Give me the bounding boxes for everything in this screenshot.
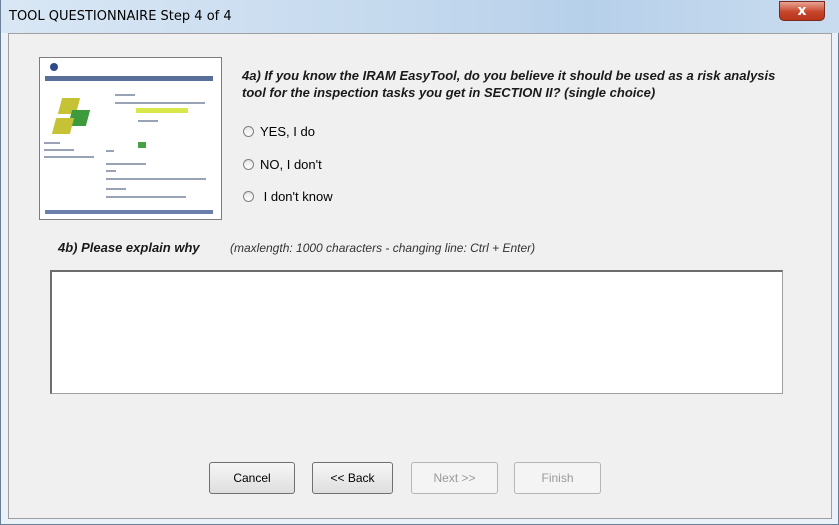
cube-icon	[51, 118, 75, 134]
window-title: TOOL QUESTIONNAIRE Step 4 of 4	[9, 9, 232, 24]
back-button[interactable]: << Back	[312, 462, 393, 494]
title-bar[interactable]: TOOL QUESTIONNAIRE Step 4 of 4 x	[1, 0, 839, 33]
close-button[interactable]: x	[779, 1, 825, 21]
green-icon	[138, 142, 146, 148]
dialog-content: 4a) If you know the IRAM EasyTool, do yo…	[8, 33, 832, 519]
question-4b-label: 4b) Please explain why	[58, 240, 200, 255]
logo-icon	[50, 63, 58, 71]
finish-button[interactable]: Finish	[514, 462, 601, 494]
question-4a-text: 4a) If you know the IRAM EasyTool, do yo…	[242, 68, 776, 100]
option-label: YES, I do	[260, 123, 315, 139]
dialog-window: TOOL QUESTIONNAIRE Step 4 of 4 x 4a) If …	[0, 0, 839, 525]
radio-button[interactable]	[243, 158, 254, 170]
close-icon: x	[797, 3, 807, 19]
next-button[interactable]: Next >>	[411, 462, 498, 494]
option-label: NO, I don't	[260, 156, 322, 172]
radio-button[interactable]	[243, 190, 254, 202]
option-no[interactable]: NO, I don't	[243, 155, 322, 173]
option-label: I don't know	[260, 188, 333, 204]
option-dont-know[interactable]: I don't know	[243, 187, 333, 205]
question-4b-hint: (maxlength: 1000 characters - changing l…	[230, 241, 536, 255]
radio-button[interactable]	[243, 125, 254, 137]
explanation-textarea[interactable]	[50, 270, 783, 394]
option-yes[interactable]: YES, I do	[243, 122, 315, 140]
tool-preview-image	[39, 57, 222, 220]
cancel-button[interactable]: Cancel	[209, 462, 295, 494]
